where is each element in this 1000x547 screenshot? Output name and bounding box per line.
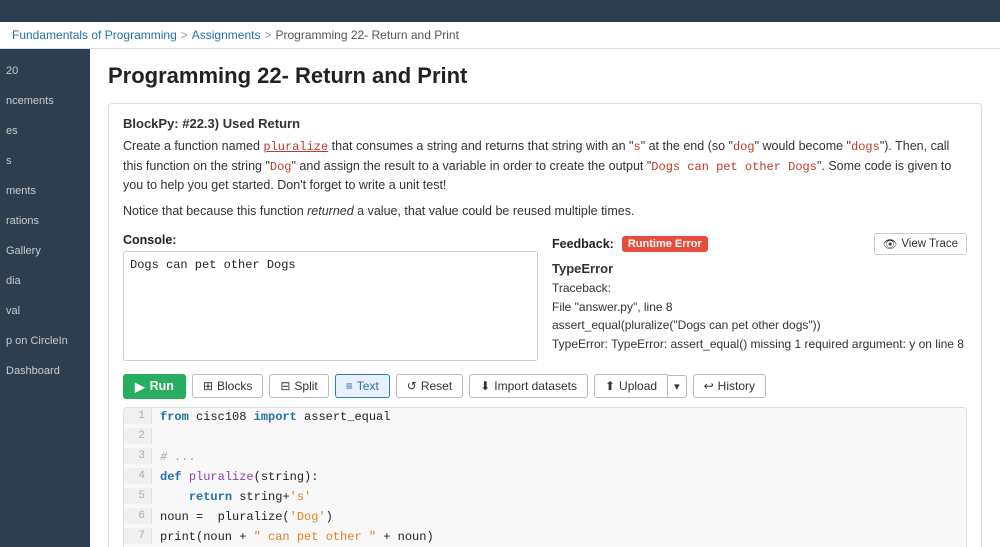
dog-code: dog <box>733 140 755 154</box>
assignment-box: BlockPy: #22.3) Used Return Create a fun… <box>108 103 982 547</box>
traceback-file: File "answer.py", line 8 <box>552 298 967 317</box>
line-num-2: 2 <box>124 428 152 444</box>
reset-icon: ↺ <box>407 379 417 393</box>
sidebar-item-dashboard[interactable]: Dashboard <box>0 357 90 385</box>
upload-icon: ⬆ <box>605 379 615 393</box>
desc-3: " at the end (so " <box>641 139 733 153</box>
split-button[interactable]: ⊟ Split <box>269 374 328 398</box>
desc-6: " and assign the result to a variable in… <box>292 159 652 173</box>
assignment-header: BlockPy: #22.3) Used Return <box>123 116 967 131</box>
console-label: Console: <box>123 233 538 247</box>
notice-2: a value, that value could be reused mult… <box>354 204 635 218</box>
sidebar-item-modules[interactable]: es <box>0 117 90 145</box>
feedback-label: Feedback: <box>552 237 614 251</box>
Dog-code: Dog <box>270 160 292 174</box>
code-line-4: 4 def pluralize(string): <box>124 468 966 488</box>
main-content: Programming 22- Return and Print BlockPy… <box>90 49 1000 547</box>
sidebar-item-gallery[interactable]: Gallery <box>0 237 90 265</box>
sidebar-item-grades[interactable]: s <box>0 147 90 175</box>
line-num-6: 6 <box>124 508 152 524</box>
import-datasets-button[interactable]: ⬇ Import datasets <box>469 374 588 398</box>
line-code-1: from cisc108 import assert_equal <box>152 408 398 426</box>
assignment-description: Create a function named pluralize that c… <box>123 137 967 196</box>
breadcrumb-current: Programming 22- Return and Print <box>275 28 458 42</box>
notice-1: Notice that because this function <box>123 204 307 218</box>
breadcrumb-link-2[interactable]: Assignments <box>192 28 261 42</box>
line-code-2 <box>152 428 175 446</box>
split-icon: ⊟ <box>280 379 290 393</box>
play-icon: ▶ <box>135 379 145 394</box>
breadcrumb: Fundamentals of Programming > Assignment… <box>0 22 1000 49</box>
line-num-5: 5 <box>124 488 152 504</box>
feedback-section: Feedback: Runtime Error 👁 View Trace Typ… <box>552 233 967 364</box>
traceback-assert: assert_equal(pluralize("Dogs can pet oth… <box>552 316 967 335</box>
chevron-down-icon: ▾ <box>674 381 680 393</box>
console-textarea[interactable]: Dogs can pet other Dogs <box>123 251 538 361</box>
text-button[interactable]: ≡ Text <box>335 374 390 398</box>
line-num-1: 1 <box>124 408 152 424</box>
line-code-7: print(noun + " can pet other " + noun) <box>152 528 442 546</box>
view-trace-button[interactable]: 👁 View Trace <box>874 233 967 255</box>
upload-group: ⬆ Upload ▾ <box>594 374 687 398</box>
blocks-button[interactable]: ⊞ Blocks <box>192 374 263 398</box>
layout: 20 ncements es s ments rations Gallery d… <box>0 49 1000 547</box>
code-editor[interactable]: 1 from cisc108 import assert_equal 2 3 #… <box>123 407 967 547</box>
returned-italic: returned <box>307 204 354 218</box>
sidebar-item-val[interactable]: val <box>0 297 90 325</box>
top-bar <box>0 0 1000 22</box>
traceback-label: Traceback: <box>552 279 967 298</box>
line-num-3: 3 <box>124 448 152 464</box>
blocks-icon: ⊞ <box>203 379 213 393</box>
console-section: Console: Dogs can pet other Dogs <box>123 233 538 364</box>
history-button[interactable]: ↩ History <box>693 374 766 398</box>
dogs-code: dogs <box>851 140 880 154</box>
dogs-can-pet: Dogs can pet other Dogs <box>651 160 817 174</box>
sidebar: 20 ncements es s ments rations Gallery d… <box>0 49 90 547</box>
upload-button[interactable]: ⬆ Upload <box>594 374 668 398</box>
pluralize-code: pluralize <box>263 140 328 154</box>
console-feedback-row: Console: Dogs can pet other Dogs Feedbac… <box>123 233 967 364</box>
line-num-4: 4 <box>124 468 152 484</box>
sidebar-item-operations[interactable]: rations <box>0 207 90 235</box>
run-button[interactable]: ▶ Run <box>123 374 186 399</box>
desc-2: that consumes a string and returns that … <box>328 139 633 153</box>
eye-icon: 👁 <box>883 237 898 251</box>
code-line-3: 3 # ... <box>124 448 966 468</box>
notice-text: Notice that because this function return… <box>123 202 967 221</box>
text-icon: ≡ <box>346 379 353 393</box>
sidebar-item-20[interactable]: 20 <box>0 57 90 85</box>
error-type: TypeError <box>552 259 967 279</box>
code-line-6: 6 noun = pluralize('Dog') <box>124 508 966 528</box>
import-icon: ⬇ <box>480 379 490 393</box>
desc-1: Create a function named <box>123 139 263 153</box>
line-code-4: def pluralize(string): <box>152 468 326 486</box>
traceback-error: TypeError: TypeError: assert_equal() mis… <box>552 335 967 354</box>
line-code-3: # ... <box>152 448 204 466</box>
page-title: Programming 22- Return and Print <box>108 63 982 89</box>
line-code-6: noun = pluralize('Dog') <box>152 508 341 526</box>
code-line-1: 1 from cisc108 import assert_equal <box>124 408 966 428</box>
reset-button[interactable]: ↺ Reset <box>396 374 463 398</box>
code-line-5: 5 return string+'s' <box>124 488 966 508</box>
breadcrumb-sep-2: > <box>264 28 271 42</box>
s-code: s <box>633 140 640 154</box>
history-icon: ↩ <box>704 379 714 393</box>
desc-4: " would become " <box>755 139 851 153</box>
sidebar-item-circlein[interactable]: p on CircleIn <box>0 327 90 355</box>
sidebar-item-announcements[interactable]: ncements <box>0 87 90 115</box>
sidebar-item-media[interactable]: dia <box>0 267 90 295</box>
upload-dropdown-button[interactable]: ▾ <box>668 375 687 398</box>
feedback-content: TypeError Traceback: File "answer.py", l… <box>552 259 967 354</box>
feedback-header: Feedback: Runtime Error 👁 View Trace <box>552 233 967 255</box>
runtime-error-badge: Runtime Error <box>622 236 708 252</box>
breadcrumb-sep-1: > <box>181 28 188 42</box>
toolbar: ▶ Run ⊞ Blocks ⊟ Split ≡ Text ↺ Reset <box>123 374 967 399</box>
sidebar-item-assignments[interactable]: ments <box>0 177 90 205</box>
code-line-2: 2 <box>124 428 966 448</box>
line-code-5: return string+'s' <box>152 488 319 506</box>
breadcrumb-link-1[interactable]: Fundamentals of Programming <box>12 28 177 42</box>
code-line-7: 7 print(noun + " can pet other " + noun) <box>124 528 966 547</box>
